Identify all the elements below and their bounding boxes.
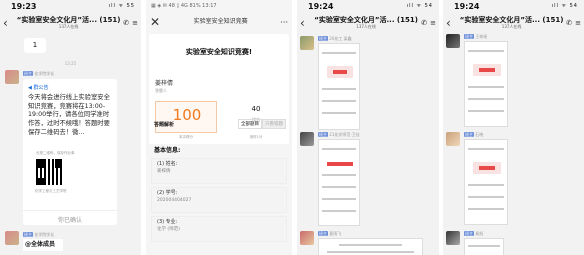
online-count: 137人在线 (501, 23, 522, 29)
qr-caption: 长按二维码，保存作业单 (36, 151, 75, 155)
avatar[interactable] (300, 231, 314, 245)
online-count: 137人在线 (356, 23, 376, 29)
phone-icon[interactable]: ✆ (421, 19, 427, 27)
sender-name: 班主 易旭 (464, 231, 484, 236)
field-student-id: (2) 学号: 202004404027 (151, 187, 287, 213)
chat-panel-4: 19:24 ıll ᯤ 54 ‹ “实验室安全文化月”活... (151) 13… (443, 0, 584, 255)
tab-wrong-only[interactable]: 只看错题 (262, 119, 286, 129)
message-bubble: 1 (24, 38, 46, 53)
group-name: 化学工程与工艺学院 (35, 189, 67, 193)
menu-icon[interactable]: ≡ (575, 19, 581, 27)
person-role: 答题人 (155, 88, 167, 93)
status-bar: ▦ ◈ ✉ 48 ▯ 4G 81% 13:17 (146, 0, 292, 11)
avatar[interactable] (446, 34, 460, 48)
back-icon[interactable]: ‹ (446, 16, 457, 30)
field-label: (1) 姓名: (157, 161, 178, 167)
person-name: 姜梓倩 (155, 80, 174, 87)
chat-header: ‹ “实验室安全文化月”活... (151) 137人在线 ✆ ≡ (297, 11, 439, 35)
sender-name: 班主 王梓瑶 (464, 34, 488, 39)
screenshot-image[interactable] (464, 139, 508, 225)
screenshot-image[interactable] (318, 43, 360, 130)
rank-value: 40 (251, 105, 261, 113)
phone-icon[interactable]: ✆ (123, 19, 129, 27)
status-icons: ıll ᯤ 54 (406, 3, 433, 9)
screenshot-image[interactable] (464, 41, 508, 127)
status-bar: 19:24 ıll ᯤ 54 (443, 0, 584, 11)
avatar[interactable] (5, 231, 19, 245)
status-time: 19:24 (454, 1, 480, 11)
avatar[interactable] (446, 231, 460, 245)
close-icon[interactable]: ✕ (150, 15, 161, 29)
menu-icon[interactable]: ≡ (430, 19, 436, 27)
more-icon[interactable]: ··· (280, 18, 288, 27)
contest-title: 实验室安全知识竞赛! (185, 48, 253, 56)
status-time: 19:23 (11, 1, 37, 11)
status-icons: ıll ᯤ 54 (551, 3, 578, 9)
announcement-card[interactable]: ◀ 群公告 今天将会进行线上实验室安全知识竞赛，竞赛将在13:00-19:00举… (23, 79, 117, 225)
online-count: 137人在线 (58, 23, 79, 29)
menu-icon[interactable]: ≡ (132, 19, 138, 27)
confirm-button[interactable]: 你已确认 (23, 210, 117, 224)
chat-panel-1: 19:23 ıll ᯤ 55 ‹ “实验室安全文化月”活... (151) 13… (0, 0, 141, 255)
announcement-text: 今天将会进行线上实验室安全知识竞赛，竞赛将在13:00-19:00举行，请各位同… (28, 94, 110, 136)
status-bar: 19:23 ıll ᯤ 55 (0, 0, 141, 11)
sender-name: 班主 石晓 (464, 132, 484, 137)
avatar[interactable] (300, 36, 314, 50)
field-label: (2) 学号: (157, 190, 178, 196)
field-name: (1) 姓名: 姜梓倩 (151, 158, 287, 184)
sender-name: 班主 化学院学长 (23, 71, 55, 76)
sender-name: 班主 夏雨飞 (318, 231, 342, 236)
chat-panel-3: 19:24 ıll ᯤ 54 ‹ “实验室安全文化月”活... (151) 13… (297, 0, 439, 255)
avatar[interactable] (5, 70, 19, 84)
back-icon[interactable]: ‹ (3, 16, 14, 30)
announcement-label: ◀ 群公告 (28, 85, 49, 91)
status-bar: 19:24 ıll ᯤ 54 (297, 0, 439, 11)
sender-name: 班主 20化工 梁鑫 (318, 36, 352, 41)
page-header: ✕ 实验室安全知识竞赛 ··· (146, 11, 292, 33)
screenshot-image[interactable] (318, 238, 423, 255)
tab-all-questions[interactable]: 全部题目 (238, 119, 262, 129)
timestamp: 13:25 (64, 61, 77, 66)
page-title: 实验室安全知识竞赛 (193, 17, 248, 25)
basic-info-heading: 基本信息: (154, 147, 181, 154)
screenshot-image[interactable] (464, 238, 504, 255)
field-value: 202004404027 (157, 198, 192, 203)
qr-code-icon[interactable] (35, 158, 63, 186)
status-icons: ıll ᯤ 55 (108, 3, 135, 9)
field-label: (3) 专业: (157, 219, 178, 225)
contest-result-panel: ▦ ◈ ✉ 48 ▯ 4G 81% 13:17 ✕ 实验室安全知识竞赛 ··· … (146, 0, 292, 255)
chat-header: ‹ “实验室安全文化月”活... (151) 137人在线 ✆ ≡ (0, 11, 141, 35)
avatar[interactable] (446, 132, 460, 146)
chat-header: ‹ “实验室安全文化月”活... (151) 137人在线 ✆ ≡ (443, 11, 584, 35)
screenshot-image[interactable] (318, 139, 360, 226)
field-value: 化学 (师范) (157, 227, 180, 232)
status-icons: ▦ ◈ ✉ 48 ▯ 4G 81% 13:17 (151, 3, 217, 9)
answer-analysis-label: 答题解析 (154, 121, 175, 128)
back-icon[interactable]: ‹ (300, 16, 311, 30)
sender-name: 班主 21化学师范·卫佳 (318, 132, 360, 137)
answer-analysis-row: 答题解析 全部题目 只看错题 (154, 117, 286, 131)
avatar[interactable] (300, 132, 314, 146)
sender-name: 班主 化学院学长 (23, 232, 55, 237)
score-label: 本次得分 (179, 135, 193, 139)
time-label: 用时1分 (249, 135, 263, 139)
field-value: 姜梓倩 (157, 169, 171, 174)
field-major: (3) 专业: 化学 (师范) (151, 216, 287, 242)
status-time: 19:24 (308, 1, 334, 11)
mention-all: @全体成员 (23, 239, 63, 251)
phone-icon[interactable]: ✆ (566, 19, 572, 27)
